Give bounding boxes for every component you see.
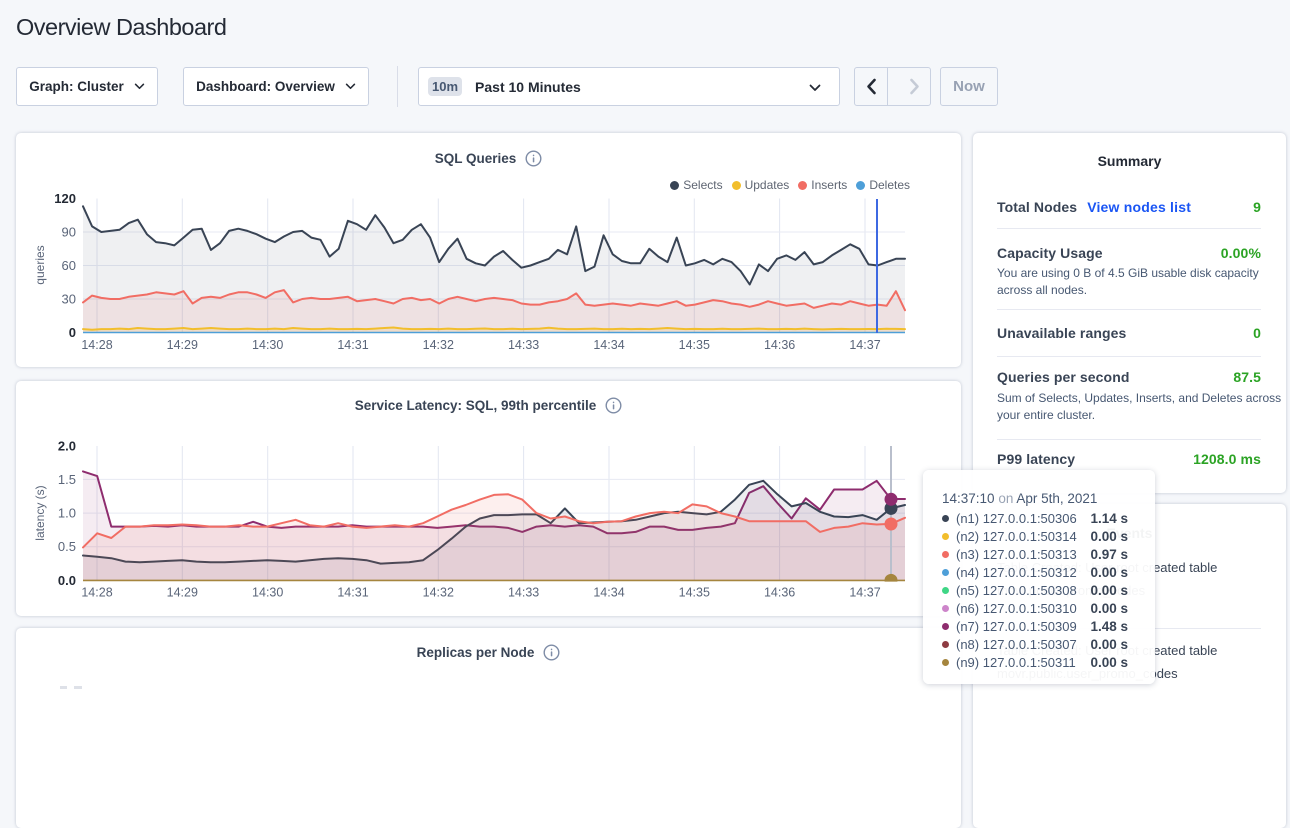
svg-text:14:37: 14:37 <box>849 586 880 600</box>
svg-text:14:28: 14:28 <box>81 586 112 600</box>
svg-text:14:29: 14:29 <box>167 586 198 600</box>
svg-text:14:32: 14:32 <box>423 338 454 352</box>
svg-text:0.0: 0.0 <box>58 573 76 588</box>
svg-text:queries: queries <box>33 245 47 284</box>
svg-text:14:28: 14:28 <box>81 338 112 352</box>
svg-text:2.0: 2.0 <box>58 438 76 453</box>
svg-text:14:30: 14:30 <box>252 338 283 352</box>
svg-text:60: 60 <box>62 258 76 273</box>
svg-text:14:29: 14:29 <box>167 338 198 352</box>
svg-text:14:31: 14:31 <box>337 338 368 352</box>
svg-text:14:34: 14:34 <box>593 338 624 352</box>
svg-text:0.5: 0.5 <box>58 539 76 554</box>
svg-text:0: 0 <box>69 325 76 340</box>
svg-text:120: 120 <box>54 191 76 206</box>
svg-text:14:30: 14:30 <box>252 586 283 600</box>
svg-text:14:35: 14:35 <box>679 338 710 352</box>
svg-text:1.0: 1.0 <box>58 506 76 521</box>
svg-text:14:32: 14:32 <box>423 586 454 600</box>
svg-text:14:36: 14:36 <box>764 338 795 352</box>
svg-text:14:35: 14:35 <box>679 586 710 600</box>
svg-text:14:33: 14:33 <box>508 338 539 352</box>
svg-text:1.5: 1.5 <box>58 472 76 487</box>
svg-text:30: 30 <box>62 292 76 307</box>
svg-text:14:36: 14:36 <box>764 586 795 600</box>
svg-text:90: 90 <box>62 225 76 240</box>
svg-text:14:31: 14:31 <box>337 586 368 600</box>
svg-text:14:34: 14:34 <box>593 586 624 600</box>
svg-text:14:37: 14:37 <box>849 338 880 352</box>
svg-text:latency (s): latency (s) <box>33 485 47 540</box>
svg-text:14:33: 14:33 <box>508 586 539 600</box>
